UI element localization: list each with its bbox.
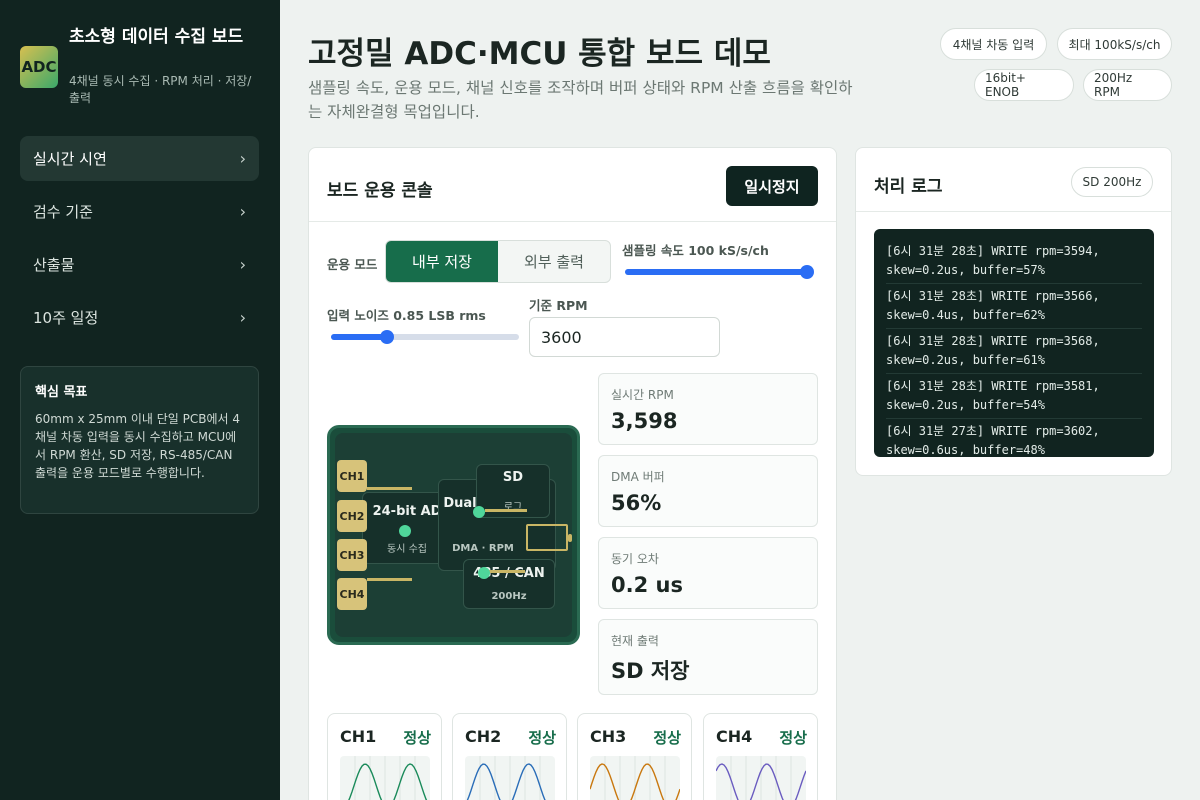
goal-panel: 핵심 목표 60mm x 25mm 이내 단일 PCB에서 4채널 차동 입력을… <box>20 366 259 514</box>
channel-status: 정상 <box>403 729 431 747</box>
chevron-right-icon: › <box>239 255 246 274</box>
metric-sync-skew: 동기 오차 0.2 us <box>598 537 818 609</box>
channel-pin-ch4: CH4 <box>337 578 367 610</box>
spec-chip: 200Hz RPM <box>1083 69 1172 101</box>
goal-title: 핵심 목표 <box>35 385 88 400</box>
brand-subtitle: 4채널 동시 수집 · RPM 처리 · 저장/출력 <box>69 74 252 105</box>
channel-name: CH1 <box>340 727 377 746</box>
chevron-right-icon: › <box>239 202 246 221</box>
sample-rate-slider[interactable] <box>625 265 814 279</box>
console-title: 보드 운용 콘솔 <box>327 181 433 201</box>
log-line: [6시 31분 28초] WRITE rpm=3594, skew=0.2us,… <box>886 239 1142 284</box>
mode-internal-storage-button[interactable]: 내부 저장 <box>386 241 498 282</box>
sidebar-item-schedule[interactable]: 10주 일정 › <box>20 295 259 340</box>
channel-status: 정상 <box>653 729 681 747</box>
sidebar-item-deliverables[interactable]: 산출물 › <box>20 242 259 287</box>
metric-label: 현재 출력 <box>611 634 659 648</box>
sidebar-nav: 실시간 시연 › 검수 기준 › 산출물 › 10주 일정 › <box>20 136 259 348</box>
metric-value: SD 저장 <box>611 659 690 683</box>
metric-label: DMA 버퍼 <box>611 470 665 484</box>
spec-chip: 최대 100kS/s/ch <box>1057 28 1172 60</box>
bus-block-subtitle: 200Hz <box>491 591 527 602</box>
data-packet-indicator <box>473 506 485 518</box>
log-badge: SD 200Hz <box>1071 167 1153 197</box>
channel-pin-ch2: CH2 <box>337 500 367 532</box>
channel-card-ch3: CH3 정상 <box>577 713 692 800</box>
channel-pin-ch3: CH3 <box>337 539 367 571</box>
sd-block-title: SD <box>502 470 524 485</box>
metric-label: 동기 오차 <box>611 552 659 566</box>
waveform-plot <box>716 756 806 800</box>
sidebar: ADC 초소형 데이터 수집 보드 4채널 동시 수집 · RPM 처리 · 저… <box>0 0 280 800</box>
reference-rpm-input[interactable] <box>529 317 720 357</box>
spec-chip: 4채널 차동 입력 <box>940 28 1047 60</box>
channel-status: 정상 <box>528 729 556 747</box>
rs485-can-block: 485 / CAN 200Hz <box>463 559 555 609</box>
sidebar-item-label: 실시간 시연 <box>33 150 107 168</box>
channel-name: CH3 <box>590 727 627 746</box>
noise-label: 입력 노이즈 0.85 LSB rms <box>327 308 486 323</box>
metric-dma-buffer: DMA 버퍼 56% <box>598 455 818 527</box>
board-diagram: 24-bit AD 동시 수집 Dual DMA · RPM SD 로그 485… <box>327 425 580 645</box>
chevron-right-icon: › <box>239 149 246 168</box>
data-packet-indicator <box>478 567 490 579</box>
chevron-right-icon: › <box>239 308 246 327</box>
connector-pin <box>568 534 572 542</box>
board-console-card: 보드 운용 콘솔 일시정지 운용 모드 내부 저장 외부 출력 샘플링 속도 1… <box>308 147 837 800</box>
sidebar-item-label: 산출물 <box>33 256 75 274</box>
console-header: 보드 운용 콘솔 일시정지 <box>309 148 836 222</box>
sidebar-item-label: 검수 기준 <box>33 203 93 221</box>
metric-current-output: 현재 출력 SD 저장 <box>598 619 818 695</box>
slider-handle[interactable] <box>800 265 814 279</box>
brand-logo: ADC <box>20 46 58 88</box>
metric-value: 3,598 <box>611 409 678 433</box>
metric-value: 56% <box>611 491 662 515</box>
waveform-plot <box>340 756 430 800</box>
goal-text: 60mm x 25mm 이내 단일 PCB에서 4채널 차동 입력을 동시 수집… <box>35 412 241 480</box>
metric-value: 0.2 us <box>611 573 683 597</box>
log-line: [6시 31분 27초] WRITE rpm=3602, skew=0.6us,… <box>886 419 1142 457</box>
signal-trace <box>367 578 412 581</box>
log-line: [6시 31분 28초] WRITE rpm=3581, skew=0.2us,… <box>886 374 1142 419</box>
channel-card-ch1: CH1 정상 <box>327 713 442 800</box>
spec-chip: 16bit+ ENOB <box>974 69 1074 101</box>
output-connector <box>526 524 568 551</box>
data-packet-indicator <box>399 525 411 537</box>
mode-segmented-control: 내부 저장 외부 출력 <box>385 240 611 283</box>
page-title: 고정밀 ADC·MCU 통합 보드 데모 <box>308 36 771 72</box>
channel-card-ch4: CH4 정상 <box>703 713 818 800</box>
signal-trace <box>485 570 525 573</box>
slider-fill <box>331 334 388 340</box>
channel-name: CH2 <box>465 727 502 746</box>
signal-trace <box>485 509 527 512</box>
slider-fill <box>625 269 807 275</box>
page-description: 샘플링 속도, 운용 모드, 채널 신호를 조작하며 버퍼 상태와 RPM 산출… <box>308 79 853 121</box>
mode-external-output-button[interactable]: 외부 출력 <box>498 241 610 282</box>
channel-name: CH4 <box>716 727 753 746</box>
sidebar-item-label: 10주 일정 <box>33 309 99 327</box>
processing-log-card: 처리 로그 SD 200Hz [6시 31분 28초] WRITE rpm=35… <box>855 147 1172 476</box>
metric-label: 실시간 RPM <box>611 388 674 402</box>
log-output: [6시 31분 28초] WRITE rpm=3594, skew=0.2us,… <box>874 229 1154 457</box>
waveform-plot <box>465 756 555 800</box>
log-header: 처리 로그 SD 200Hz <box>856 148 1171 212</box>
sidebar-item-criteria[interactable]: 검수 기준 › <box>20 189 259 234</box>
slider-handle[interactable] <box>380 330 395 344</box>
log-title: 처리 로그 <box>874 177 943 197</box>
log-line: [6시 31분 28초] WRITE rpm=3566, skew=0.4us,… <box>886 284 1142 329</box>
noise-slider[interactable] <box>331 330 519 344</box>
brand-title: 초소형 데이터 수집 보드 <box>69 27 244 47</box>
signal-trace <box>367 487 412 490</box>
waveform-plot <box>590 756 680 800</box>
channel-card-ch2: CH2 정상 <box>452 713 567 800</box>
channel-pin-ch1: CH1 <box>337 460 367 492</box>
log-line: [6시 31분 28초] WRITE rpm=3568, skew=0.2us,… <box>886 329 1142 374</box>
pause-button[interactable]: 일시정지 <box>726 166 818 206</box>
channel-status: 정상 <box>779 729 807 747</box>
mode-label: 운용 모드 <box>327 257 378 272</box>
metric-realtime-rpm: 실시간 RPM 3,598 <box>598 373 818 445</box>
rpm-input-label: 기준 RPM <box>529 298 588 313</box>
sample-rate-label: 샘플링 속도 100 kS/s/ch <box>622 243 769 258</box>
sidebar-item-live-demo[interactable]: 실시간 시연 › <box>20 136 259 181</box>
